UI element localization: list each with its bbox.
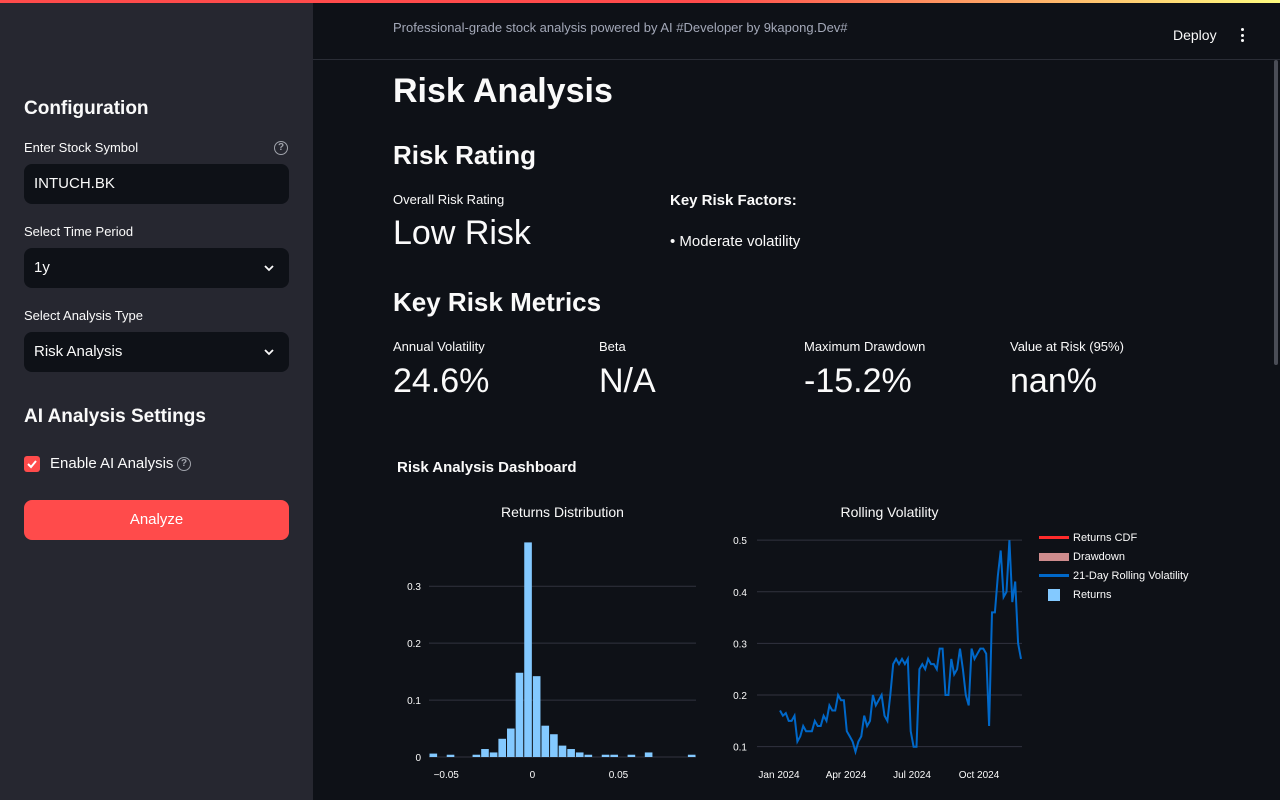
histogram-bar [601,754,610,757]
metric-value: 24.6% [393,362,490,400]
legend-label: 21-Day Rolling Volatility [1073,570,1189,582]
legend-label: Returns [1073,589,1112,601]
y-tick-label: 0.2 [733,691,747,702]
analyze-button[interactable]: Analyze [24,500,289,540]
histogram-bar [550,734,558,757]
legend-swatch [1048,589,1060,601]
analysis-type-label: Select Analysis Type [24,308,143,323]
volatility-line [779,540,1022,756]
period-label: Select Time Period [24,224,134,239]
histogram-bar [498,738,507,757]
analysis-type-select[interactable]: Risk Analysis [24,332,289,372]
histogram-bar [627,754,636,757]
histogram-bar [567,749,575,757]
stock-symbol-input[interactable]: INTUCH.BK [24,164,289,204]
metric-label: Annual Volatility [393,339,485,354]
histogram-bar [558,745,567,757]
page-title: Risk Analysis [393,72,613,110]
legend-swatch [1039,574,1069,577]
sidebar: Configuration Enter Stock Symbol ? INTUC… [0,0,313,800]
chart-title: Returns Distribution [501,504,624,520]
y-tick-label: 0.5 [733,536,747,547]
histogram-bar [584,754,593,757]
metric-label: Value at Risk (95%) [1010,339,1124,354]
histogram-bar [524,542,532,757]
histogram-bar [515,672,524,757]
legend-swatch [1039,553,1069,561]
check-icon [27,460,37,469]
histogram-bar [532,676,541,757]
x-tick-label: Jul 2024 [893,770,931,781]
chart-title: Rolling Volatility [840,504,938,520]
risk-factor-item: • Moderate volatility [670,233,801,250]
histogram-bar [446,754,455,757]
metric-value: -15.2% [804,362,912,400]
x-tick-label: Apr 2024 [826,770,867,781]
scrollbar[interactable] [1274,60,1278,365]
chevron-down-icon [264,349,274,356]
chevron-down-icon [264,265,274,272]
help-icon[interactable]: ? [177,457,191,471]
x-tick-label: Oct 2024 [959,770,1000,781]
x-tick-label: 0.05 [609,770,629,781]
legend-label: Returns CDF [1073,532,1138,544]
histogram-bar [541,725,550,757]
enable-ai-checkbox[interactable] [24,456,40,472]
top-decoration-bar [0,0,1280,3]
y-tick-label: 0 [415,753,421,764]
metric-label: Beta [599,339,626,354]
overall-risk-value: Low Risk [393,214,531,252]
metric-value: nan% [1010,362,1097,400]
risk-rating-heading: Risk Rating [393,140,537,170]
y-tick-label: 0.2 [407,639,421,650]
legend-swatch [1039,536,1069,539]
y-tick-label: 0.1 [407,696,421,707]
risk-dashboard-chart[interactable]: Returns Distribution 0 0.1 0.2 0.3 −0.05 0 0.05… [393,490,1033,800]
histogram-bar [481,749,489,757]
y-tick-label: 0.4 [733,588,747,599]
deploy-button[interactable]: Deploy [1173,27,1217,43]
header: Professional-grade stock analysis powere… [313,0,1280,60]
time-period-select[interactable]: 1y [24,248,289,288]
histogram-bar [687,754,696,757]
x-tick-label: Jan 2024 [758,770,800,781]
enable-ai-label: Enable AI Analysis [50,455,174,472]
y-tick-label: 0.3 [407,582,421,593]
legend-label: Drawdown [1073,551,1125,563]
metric-value: N/A [599,362,656,400]
histogram-bar [489,752,498,757]
y-tick-label: 0.1 [733,743,747,754]
ai-settings-title: AI Analysis Settings [24,406,206,427]
dashboard-title: Risk Analysis Dashboard [397,459,577,476]
histogram-bar [610,754,618,757]
histogram-bar [507,728,515,757]
symbol-label: Enter Stock Symbol [24,140,139,155]
help-icon[interactable]: ? [274,141,288,155]
key-metrics-heading: Key Risk Metrics [393,287,602,317]
y-tick-label: 0.3 [733,639,747,650]
overall-risk-label: Overall Risk Rating [393,192,505,207]
analysis-type-value: Risk Analysis [34,343,123,360]
histogram-bar [472,754,481,757]
rolling-volatility-chart: Rolling Volatility 0.1 0.2 0.3 0.4 0.5 Jan 202… [733,504,1022,781]
main-content: Professional-grade stock analysis powere… [313,0,1280,800]
x-tick-label: −0.05 [434,770,460,781]
metric-label: Maximum Drawdown [804,339,926,354]
more-menu-icon[interactable] [1237,28,1247,44]
time-period-value: 1y [34,259,50,276]
sidebar-title: Configuration [24,98,149,119]
histogram-bar [644,752,653,757]
app-caption: Professional-grade stock analysis powere… [393,20,848,35]
histogram-bar [429,753,438,757]
risk-factors-title: Key Risk Factors: [670,192,797,209]
returns-distribution-chart: Returns Distribution 0 0.1 0.2 0.3 −0.05 0 0.05 [407,504,696,781]
x-tick-label: 0 [530,770,536,781]
histogram-bar [575,752,584,757]
